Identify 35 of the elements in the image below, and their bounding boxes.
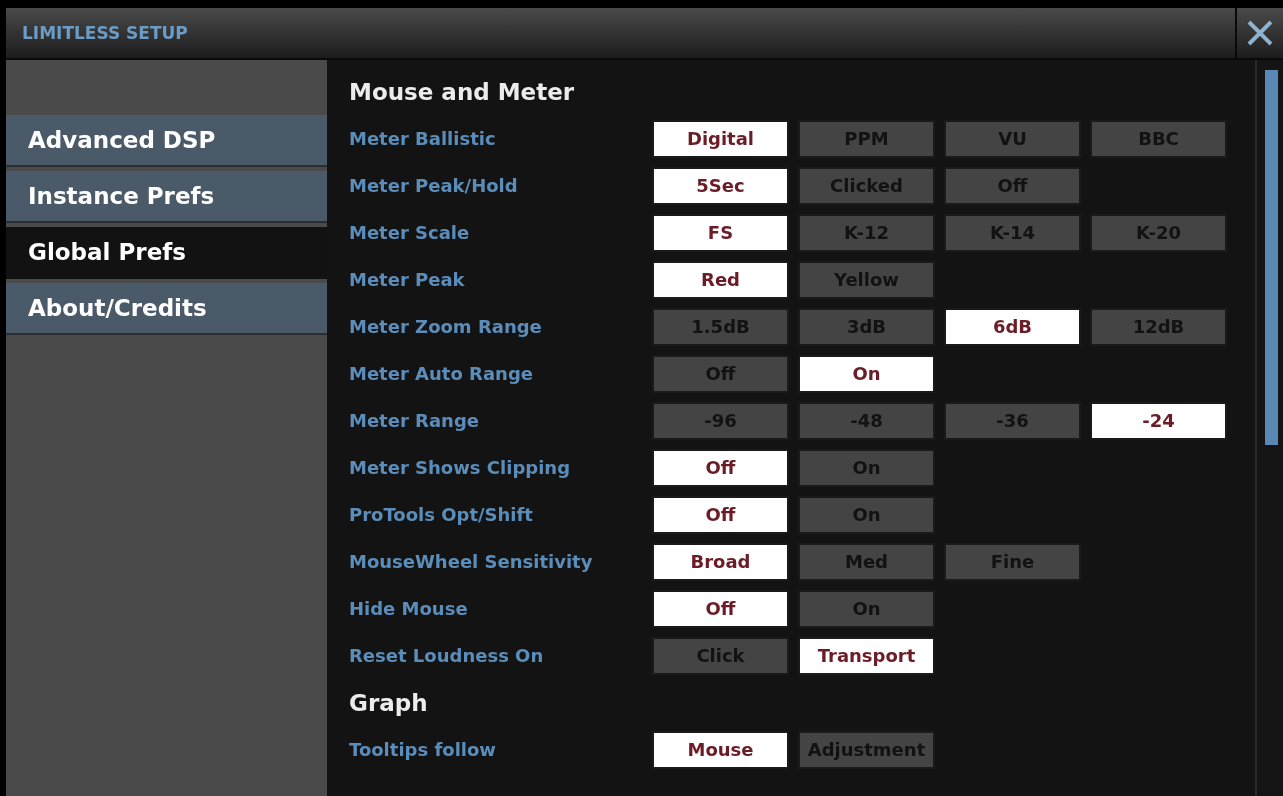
- option-button[interactable]: FS: [652, 213, 789, 252]
- window-title: LIMITLESS SETUP: [21, 22, 189, 45]
- option-button[interactable]: 6dB: [944, 307, 1081, 346]
- option-button[interactable]: Off: [652, 448, 789, 487]
- option-button[interactable]: 5Sec: [652, 166, 789, 205]
- section-heading: Graph: [349, 688, 429, 718]
- section-heading: Mouse and Meter: [349, 77, 576, 107]
- setting-label: Tooltips follow: [349, 739, 497, 760]
- close-icon: [1246, 19, 1274, 47]
- setting-label: MouseWheel Sensitivity: [349, 551, 594, 572]
- sidebar-item[interactable]: Advanced DSP: [6, 115, 327, 167]
- option-button[interactable]: Transport: [798, 636, 935, 675]
- setting-label: Meter Peak: [349, 269, 466, 290]
- setting-label: Meter Peak/Hold: [349, 175, 519, 196]
- option-button[interactable]: On: [798, 354, 935, 393]
- setting-label: Hide Mouse: [349, 598, 469, 619]
- sidebar-item[interactable]: About/Credits: [6, 283, 327, 335]
- option-button[interactable]: Mouse: [652, 730, 789, 769]
- setting-label: ProTools Opt/Shift: [349, 504, 534, 525]
- setting-label: Meter Range: [349, 410, 480, 431]
- scrollbar-thumb[interactable]: [1265, 70, 1278, 445]
- setting-label: Meter Scale: [349, 222, 471, 243]
- option-button[interactable]: Broad: [652, 542, 789, 581]
- setting-label: Meter Shows Clipping: [349, 457, 572, 478]
- sidebar-item[interactable]: Instance Prefs: [6, 171, 327, 223]
- option-button[interactable]: Red: [652, 260, 789, 299]
- setting-label: Reset Loudness On: [349, 645, 545, 666]
- option-button[interactable]: Digital: [652, 119, 789, 158]
- sidebar-item[interactable]: Global Prefs: [6, 227, 327, 279]
- setting-label: Meter Zoom Range: [349, 316, 543, 337]
- setting-label: Meter Auto Range: [349, 363, 534, 384]
- option-button[interactable]: -24: [1090, 401, 1227, 440]
- option-button[interactable]: Off: [652, 589, 789, 628]
- option-button[interactable]: Off: [652, 495, 789, 534]
- setting-label: Meter Ballistic: [349, 128, 497, 149]
